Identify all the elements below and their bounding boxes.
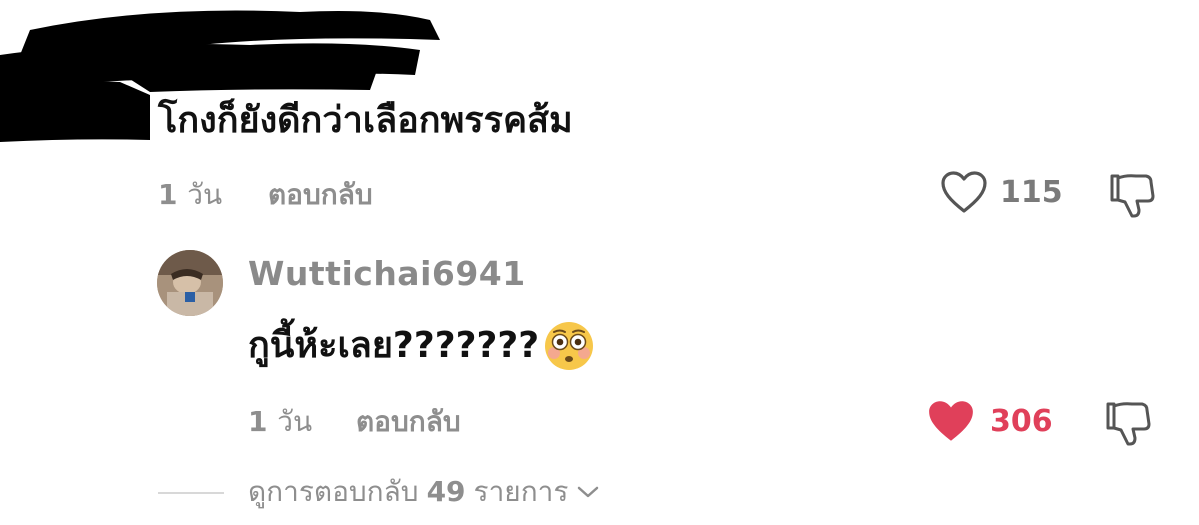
comment-timestamp-unit: วัน — [187, 178, 223, 211]
flushed-face-emoji — [545, 322, 594, 370]
reply-timestamp-number: 1 — [248, 405, 268, 438]
reply-dislike-button[interactable] — [1102, 398, 1154, 454]
comment-dislike-button[interactable] — [1106, 170, 1158, 226]
view-replies-divider — [158, 492, 224, 494]
view-replies-count: 49 — [426, 475, 466, 508]
reply-reply-button[interactable]: ตอบกลับ — [356, 402, 461, 442]
reply-like-button[interactable]: 306 — [926, 398, 1053, 444]
reply-like-count: 306 — [990, 403, 1053, 439]
view-replies-button[interactable]: ดูการตอบกลับ 49 รายการ — [248, 472, 600, 512]
view-replies-suffix: รายการ — [473, 475, 569, 508]
heart-filled-icon — [929, 401, 973, 441]
chevron-down-icon — [578, 486, 599, 498]
thumbs-down-outline-icon — [1110, 174, 1155, 218]
comment-like-button[interactable]: 115 — [940, 170, 1063, 214]
heart-outline-icon — [941, 171, 987, 213]
comment-timestamp: 1 วัน — [158, 175, 222, 215]
view-replies-prefix: ดูการตอบกลับ — [248, 475, 419, 508]
reply-text-row: กูนี้ห้ะเลย??????? — [248, 318, 595, 374]
avatar[interactable] — [157, 250, 223, 316]
comment-text: โกงก็ยังดีกว่าเลือกพรรคส้ม — [158, 100, 573, 141]
thumbs-down-outline-icon — [1106, 402, 1151, 446]
reply-timestamp-unit: วัน — [277, 405, 313, 438]
comment-reply-button[interactable]: ตอบกลับ — [268, 175, 373, 215]
reply-text: กูนี้ห้ะเลย??????? — [248, 325, 540, 366]
avatar-photo — [157, 250, 223, 316]
comment-timestamp-number: 1 — [158, 178, 178, 211]
reply-timestamp: 1 วัน — [248, 402, 312, 442]
comment-like-count: 115 — [1000, 174, 1063, 210]
reply-username[interactable]: Wuttichai6941 — [248, 252, 526, 296]
